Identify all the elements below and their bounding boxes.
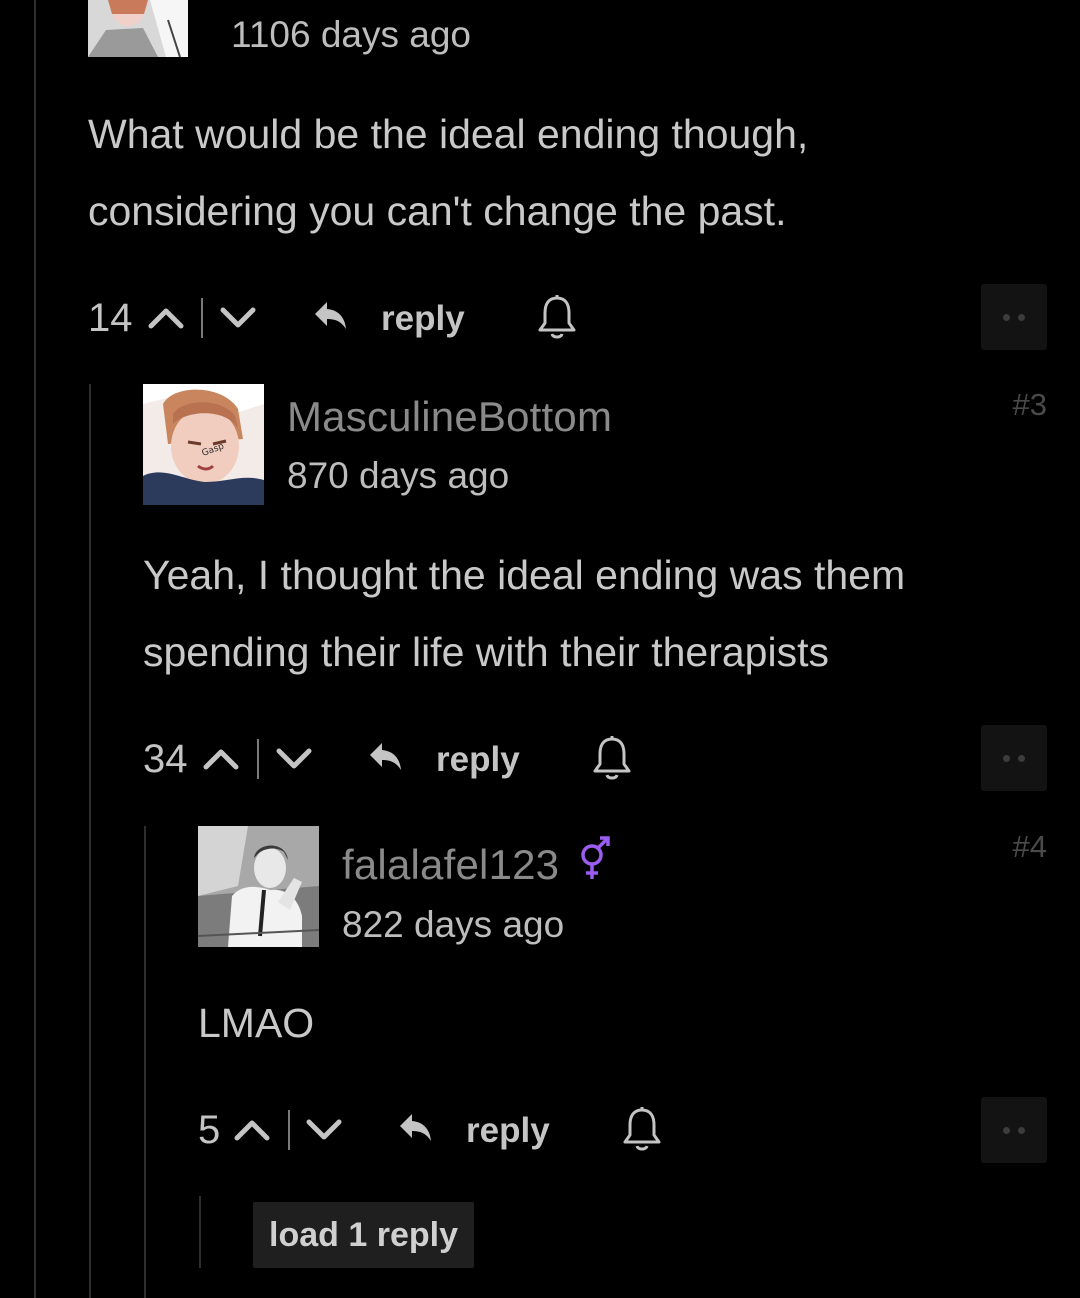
more-dot-icon: [1018, 314, 1025, 321]
reply-button[interactable]: reply: [466, 1111, 550, 1151]
comment-body: LMAO: [198, 985, 1018, 1062]
reply-arrow-icon[interactable]: [398, 1112, 434, 1149]
bell-icon[interactable]: [621, 1106, 663, 1157]
comment-body-line: LMAO: [198, 1000, 315, 1046]
more-options-button[interactable]: [981, 284, 1047, 350]
comment-body-line: Yeah, I thought the ideal ending was the…: [143, 552, 906, 598]
avatar[interactable]: Gasp: [143, 384, 264, 505]
upvote-icon[interactable]: [146, 302, 186, 337]
more-options-button[interactable]: [981, 1097, 1047, 1163]
comment-body-line: considering you can't change the past.: [88, 188, 787, 234]
reply-button[interactable]: reply: [381, 299, 465, 339]
comment-actions: 5 reply: [198, 1100, 1048, 1160]
more-dot-icon: [1003, 755, 1010, 762]
comment-body: Yeah, I thought the ideal ending was the…: [143, 537, 1023, 691]
thread-line-level-3: [144, 826, 146, 1298]
vote-count: 14: [88, 296, 133, 340]
comment-body: What would be the ideal ending though, c…: [88, 96, 988, 250]
avatar[interactable]: [198, 826, 319, 947]
upvote-icon[interactable]: [232, 1114, 272, 1149]
more-dot-icon: [1018, 1127, 1025, 1134]
avatar[interactable]: [88, 0, 188, 57]
more-dot-icon: [1003, 1127, 1010, 1134]
more-dot-icon: [1003, 314, 1010, 321]
more-options-button[interactable]: [981, 725, 1047, 791]
vote-divider: [288, 1110, 290, 1150]
genderfluid-symbol-icon: [574, 835, 614, 888]
downvote-icon[interactable]: [218, 302, 258, 337]
comment-timestamp: 822 days ago: [342, 904, 565, 945]
comment-username[interactable]: falalafel123: [342, 841, 559, 889]
comment-timestamp: 1106 days ago: [231, 14, 472, 55]
reply-button[interactable]: reply: [436, 740, 520, 780]
more-dot-icon: [1018, 755, 1025, 762]
thread-line-level-4: [199, 1196, 201, 1268]
comment-number[interactable]: #3: [980, 387, 1047, 423]
bell-icon[interactable]: [536, 294, 578, 345]
comment-body-line: spending their life with their therapist…: [143, 629, 829, 675]
bell-icon[interactable]: [591, 735, 633, 786]
comment-number[interactable]: #4: [980, 829, 1047, 865]
comment-actions: 34 reply: [143, 729, 1048, 789]
comment-username[interactable]: MasculineBottom: [287, 393, 612, 441]
reply-arrow-icon[interactable]: [368, 741, 404, 778]
comment-body-line: What would be the ideal ending though,: [88, 111, 809, 157]
upvote-icon[interactable]: [201, 743, 241, 778]
comment-timestamp: 870 days ago: [287, 455, 510, 496]
reply-arrow-icon[interactable]: [313, 300, 349, 337]
downvote-icon[interactable]: [274, 743, 314, 778]
comment-actions: 14 reply: [88, 288, 1048, 348]
vote-count: 34: [143, 737, 188, 781]
thread-line-level-1: [34, 0, 36, 1298]
downvote-icon[interactable]: [304, 1114, 344, 1149]
thread-line-level-2: [89, 384, 91, 1298]
vote-count: 5: [198, 1108, 221, 1152]
vote-divider: [257, 739, 259, 779]
vote-divider: [201, 298, 203, 338]
load-replies-button[interactable]: load 1 reply: [253, 1202, 474, 1268]
